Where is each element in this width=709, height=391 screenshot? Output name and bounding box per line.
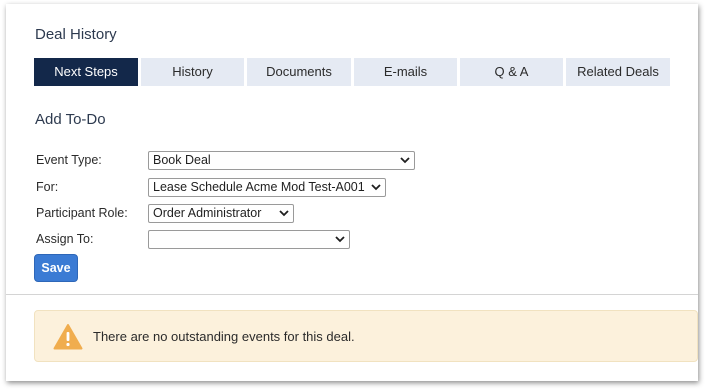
deal-history-panel: Deal History Next Steps History Document… xyxy=(6,4,698,381)
save-button[interactable]: Save xyxy=(34,254,78,282)
participant-role-select[interactable]: Order Administrator xyxy=(148,203,294,223)
chevron-down-icon xyxy=(335,235,345,242)
assign-to-label: Assign To: xyxy=(36,232,94,246)
no-events-alert: There are no outstanding events for this… xyxy=(34,310,698,362)
event-type-row: Event Type: Book Deal xyxy=(36,150,415,170)
for-select[interactable]: Lease Schedule Acme Mod Test-A001 xyxy=(148,177,386,197)
warning-icon xyxy=(53,323,83,349)
participant-role-label: Participant Role: xyxy=(36,206,128,220)
tab-related-deals[interactable]: Related Deals xyxy=(566,58,670,86)
participant-role-value: Order Administrator xyxy=(153,205,262,220)
for-label: For: xyxy=(36,180,59,194)
tab-bar: Next Steps History Documents E-mails Q &… xyxy=(34,58,673,86)
for-value: Lease Schedule Acme Mod Test-A001 xyxy=(153,179,365,194)
assign-to-select[interactable] xyxy=(148,229,350,249)
alert-message: There are no outstanding events for this… xyxy=(93,328,355,344)
chevron-down-icon xyxy=(279,209,289,216)
divider xyxy=(6,294,698,295)
tab-documents[interactable]: Documents xyxy=(247,58,351,86)
tab-history[interactable]: History xyxy=(141,58,244,86)
tab-emails[interactable]: E-mails xyxy=(354,58,457,86)
assign-to-row: Assign To: xyxy=(36,229,350,249)
event-type-select[interactable]: Book Deal xyxy=(148,150,415,170)
event-type-value: Book Deal xyxy=(153,152,211,167)
tab-q-and-a[interactable]: Q & A xyxy=(460,58,563,86)
for-row: For: Lease Schedule Acme Mod Test-A001 xyxy=(36,177,386,197)
event-type-label: Event Type: xyxy=(36,153,102,167)
tab-next-steps[interactable]: Next Steps xyxy=(34,58,138,86)
participant-role-row: Participant Role: Order Administrator xyxy=(36,203,294,223)
chevron-down-icon xyxy=(371,183,381,190)
section-title: Deal History xyxy=(35,26,117,43)
chevron-down-icon xyxy=(400,156,410,163)
add-todo-title: Add To-Do xyxy=(35,111,106,128)
